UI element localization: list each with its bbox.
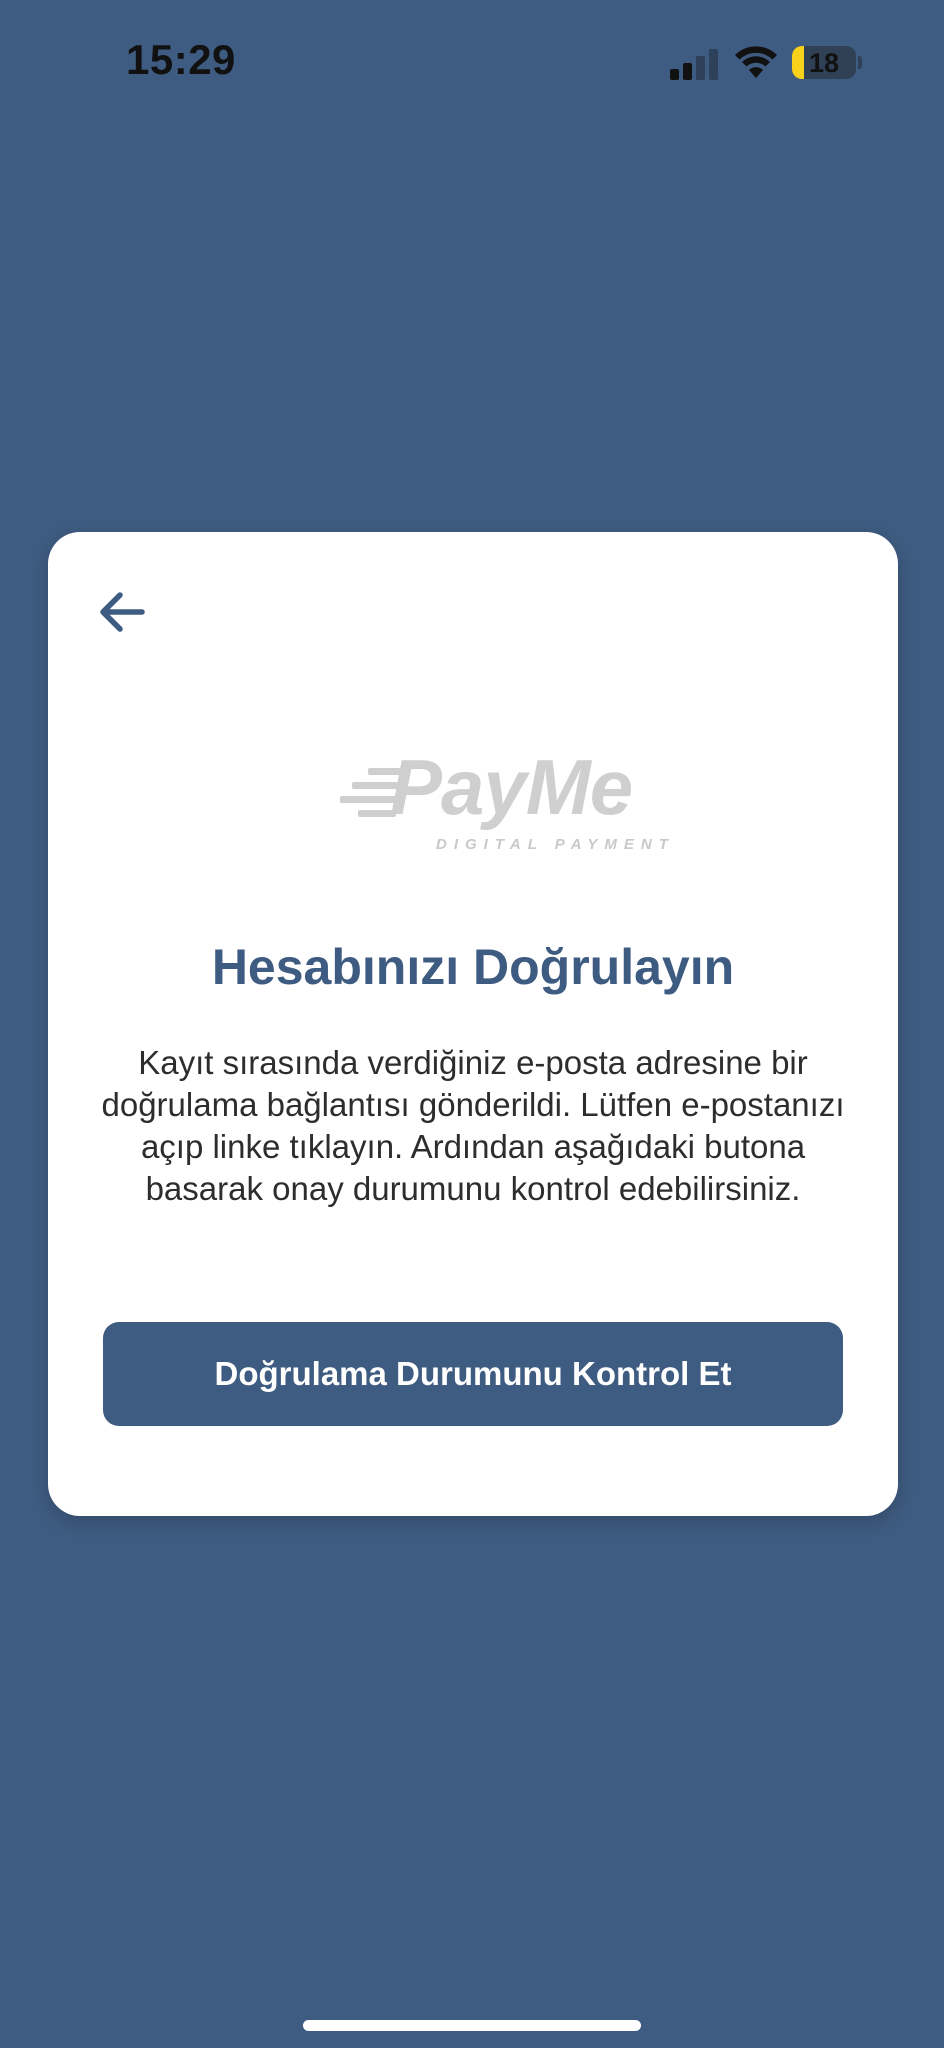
status-time: 15:29	[126, 36, 236, 83]
payme-logo: PayMe DIGITAL PAYMENT	[340, 742, 668, 862]
verification-description: Kayıt sırasında verdiğiniz e-posta adres…	[101, 1044, 845, 1207]
battery-level: 18	[808, 48, 840, 78]
verification-card: PayMe DIGITAL PAYMENT Hesabınızı Doğrula…	[48, 532, 898, 1516]
battery-icon: 18	[792, 46, 856, 79]
cellular-signal-icon	[670, 48, 720, 80]
screen: 15:29 18 PayMe DIGITAL PAYMENT Hesabınız…	[0, 0, 944, 2048]
back-button[interactable]	[92, 582, 152, 642]
page-title: Hesabınızı Doğrulayın	[211, 939, 735, 995]
logo-wordmark: PayMe	[390, 743, 633, 831]
logo-tagline: DIGITAL PAYMENT	[436, 836, 675, 853]
check-verification-button[interactable]: Doğrulama Durumunu Kontrol Et	[103, 1322, 843, 1426]
home-indicator[interactable]	[303, 2020, 641, 2031]
battery-cap	[858, 56, 862, 69]
wifi-icon	[735, 46, 777, 78]
arrow-left-icon	[100, 592, 145, 632]
check-verification-button-label: Doğrulama Durumunu Kontrol Et	[214, 1355, 732, 1392]
